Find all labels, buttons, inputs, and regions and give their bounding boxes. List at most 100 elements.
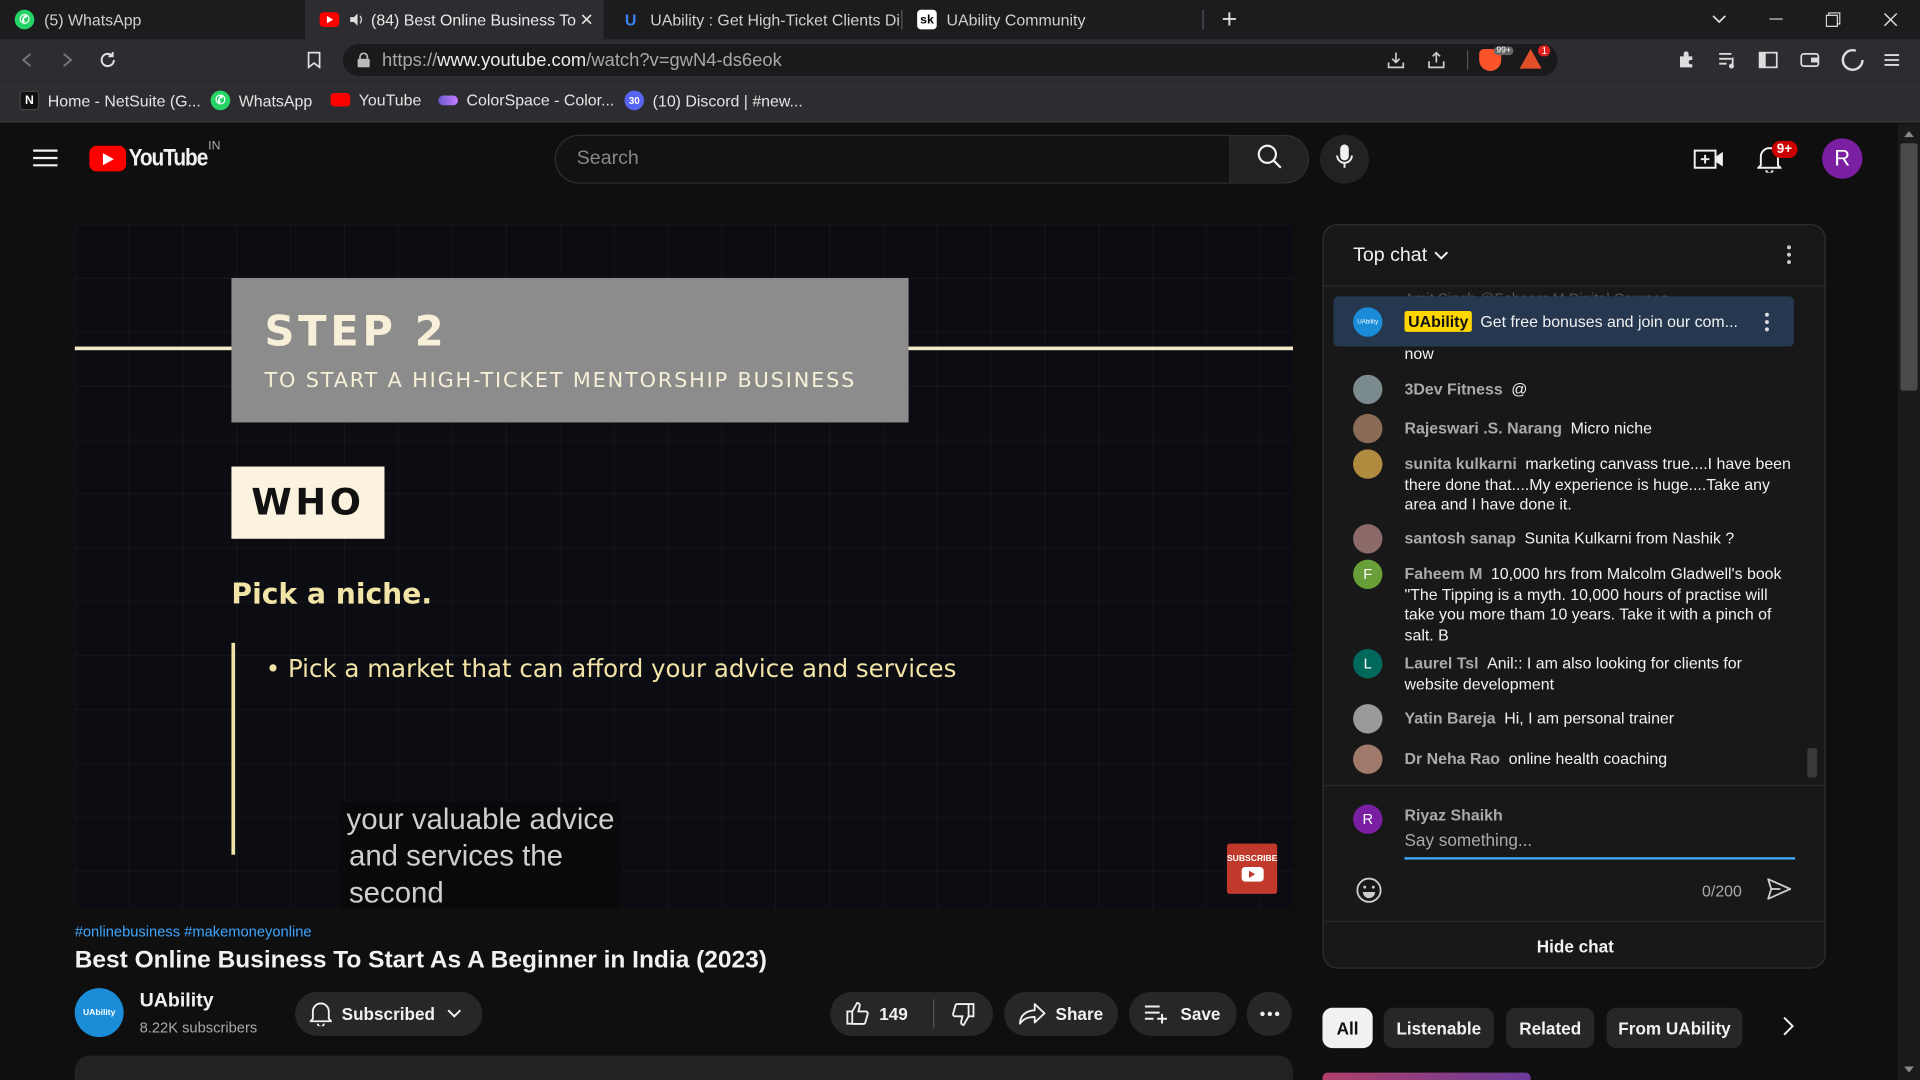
discord-icon: 30 (624, 90, 645, 111)
save-button[interactable]: Save (1128, 991, 1237, 1036)
like-button[interactable]: 149 (830, 992, 933, 1036)
pinned-more-icon[interactable] (1764, 312, 1770, 338)
chips-next-icon[interactable] (1782, 1016, 1795, 1042)
chat-text: Sunita Kulkarni from Nashik ? (1524, 528, 1735, 548)
subscribed-button[interactable]: Subscribed (295, 991, 483, 1036)
pinned-author-badge: UAbility (1404, 311, 1473, 332)
dislike-button[interactable] (934, 992, 993, 1036)
chat-message-input[interactable]: Say something... (1404, 830, 1796, 860)
close-tab-icon[interactable]: ✕ (580, 10, 594, 31)
logo-text: YouTube (128, 144, 209, 172)
like-count: 149 (879, 1004, 908, 1024)
chip-listenable[interactable]: Listenable (1383, 1007, 1494, 1049)
video-title: Best Online Business To Start As A Begin… (74, 946, 767, 974)
sidebar-icon[interactable] (1753, 45, 1782, 74)
minimize-icon[interactable] (1747, 0, 1803, 39)
recommended-thumbnail[interactable] (1322, 1072, 1531, 1080)
chat-scrollbar[interactable] (1807, 289, 1818, 785)
step-subtitle: TO START A HIGH-TICKET MENTORSHIP BUSINE… (264, 368, 857, 394)
vpn-icon[interactable] (1838, 45, 1867, 74)
pinned-message[interactable]: UAbility UAbility Get free bonuses and j… (1333, 296, 1794, 347)
chat-message[interactable]: F Faheem M 10,000 hrs from Malcolm Gladwe… (1353, 559, 1794, 645)
rewards-badge: 1 (1537, 45, 1551, 57)
slide-heading: Pick a niche. (231, 579, 433, 612)
chat-more-icon[interactable] (1787, 245, 1792, 271)
subscribe-watermark[interactable]: SUBSCRIBE (1226, 843, 1278, 894)
bookmark-discord[interactable]: 30 (10) Discord | #new... (624, 90, 803, 111)
send-icon[interactable] (1767, 878, 1792, 906)
chip-related[interactable]: Related (1506, 1007, 1595, 1049)
bookmark-whatsapp[interactable]: ✆ WhatsApp (210, 90, 313, 111)
subscribe-watermark-text: SUBSCRIBE (1226, 854, 1278, 864)
voice-search-button[interactable] (1320, 134, 1369, 184)
more-actions-button[interactable] (1246, 991, 1292, 1036)
emoji-picker-icon[interactable] (1356, 877, 1383, 910)
extensions-puzzle-icon[interactable] (1673, 45, 1702, 74)
chat-message[interactable]: sunita kulkarni marketing canvass true...… (1353, 449, 1794, 515)
tab-uability-community[interactable]: sk UAbility Community (902, 0, 1201, 39)
bookmark-colorspace[interactable]: ColorSpace - Color... (438, 91, 614, 109)
forward-icon[interactable] (53, 45, 82, 74)
bookmark-youtube[interactable]: YouTube (330, 91, 421, 109)
scroll-up-arrow-icon[interactable] (1904, 131, 1914, 138)
bookmark-icon[interactable] (299, 45, 328, 74)
step-title: STEP 2 (264, 307, 448, 357)
tab-whatsapp[interactable]: ✆ (5) WhatsApp (0, 0, 304, 39)
chip-from-uability[interactable]: From UAbility (1606, 1007, 1743, 1049)
chat-message[interactable]: 3Dev Fitness @ (1353, 374, 1794, 405)
chat-message[interactable]: santosh sanap Sunita Kulkarni from Nashik… (1353, 524, 1794, 554)
page-scrollbar[interactable] (1897, 123, 1920, 1080)
caption-line: second (348, 876, 444, 909)
share-page-icon[interactable] (1427, 50, 1447, 74)
hide-chat-button[interactable]: Hide chat (1323, 920, 1825, 968)
video-captions: your valuable advice and services the se… (339, 802, 621, 909)
reload-icon[interactable] (93, 45, 122, 74)
chat-scrollbar-thumb[interactable] (1807, 748, 1818, 778)
bookmark-netsuite[interactable]: N Home - NetSuite (G... (19, 90, 201, 111)
new-tab-plus-icon[interactable]: + (1201, 0, 1257, 39)
tab-uability[interactable]: U UAbility : Get High-Ticket Clients Dig… (606, 0, 900, 39)
bell-icon (309, 1002, 332, 1027)
video-player[interactable]: STEP 2 TO START A HIGH-TICKET MENTORSHIP… (74, 224, 1294, 909)
hashtags[interactable]: #onlinebusiness #makemoneyonline (75, 923, 312, 940)
share-button[interactable]: Share (1004, 991, 1118, 1036)
create-video-icon[interactable] (1693, 147, 1725, 178)
wallet-icon[interactable] (1795, 45, 1824, 74)
hamburger-menu-icon[interactable] (33, 148, 58, 174)
channel-name[interactable]: UAbility (140, 991, 214, 1013)
description-panel[interactable] (74, 1055, 1294, 1080)
chat-message[interactable]: L Laurel Tsl Anil:: I am also looking for… (1353, 648, 1794, 694)
youtube-logo[interactable]: YouTube (89, 144, 221, 172)
chip-all[interactable]: All (1322, 1007, 1373, 1049)
chat-author: Yatin Bareja (1404, 708, 1496, 728)
scroll-down-arrow-icon[interactable] (1904, 1066, 1914, 1073)
whatsapp-icon: ✆ (210, 90, 231, 111)
uability-favicon-icon: U (624, 10, 637, 29)
channel-avatar[interactable]: UAbility (74, 988, 124, 1038)
address-bar[interactable]: https://www.youtube.com/watch?v=gwN4-ds6… (342, 44, 1558, 76)
search-button[interactable] (1230, 134, 1309, 184)
chat-input-area: R Riyaz Shaikh Say something... 0/200 Hi… (1323, 784, 1825, 968)
audio-playing-icon[interactable] (349, 12, 364, 27)
back-icon[interactable] (12, 45, 41, 74)
restore-icon[interactable] (1805, 0, 1861, 39)
install-app-icon[interactable] (1386, 50, 1406, 74)
account-avatar[interactable]: R (1822, 138, 1863, 179)
tab-youtube-video[interactable]: (84) Best Online Business To Sta ✕ (304, 0, 604, 40)
divider (1466, 50, 1469, 70)
menu-icon[interactable] (1877, 45, 1906, 74)
chat-message[interactable]: Dr Neha Rao online health coaching (1353, 744, 1794, 774)
chat-message[interactable]: Rajeswari .S. Narang Micro niche (1353, 413, 1794, 444)
chat-avatar (1353, 449, 1383, 479)
chat-message[interactable]: Yatin Bareja Hi, I am personal trainer (1353, 704, 1794, 734)
tab-search-chevron-icon[interactable] (1691, 0, 1747, 39)
chat-mode-dropdown[interactable]: Top chat (1353, 245, 1449, 267)
close-window-icon[interactable] (1862, 0, 1918, 39)
playlist-icon[interactable] (1713, 45, 1742, 74)
bookmark-label: WhatsApp (238, 91, 313, 110)
search-input[interactable]: Search (554, 134, 1231, 184)
character-count: 0/200 (1702, 881, 1742, 901)
youtube-header: YouTube IN Search 9+ R (0, 123, 1898, 198)
chat-header: Top chat (1323, 225, 1825, 287)
page-scrollbar-thumb[interactable] (1900, 143, 1918, 391)
